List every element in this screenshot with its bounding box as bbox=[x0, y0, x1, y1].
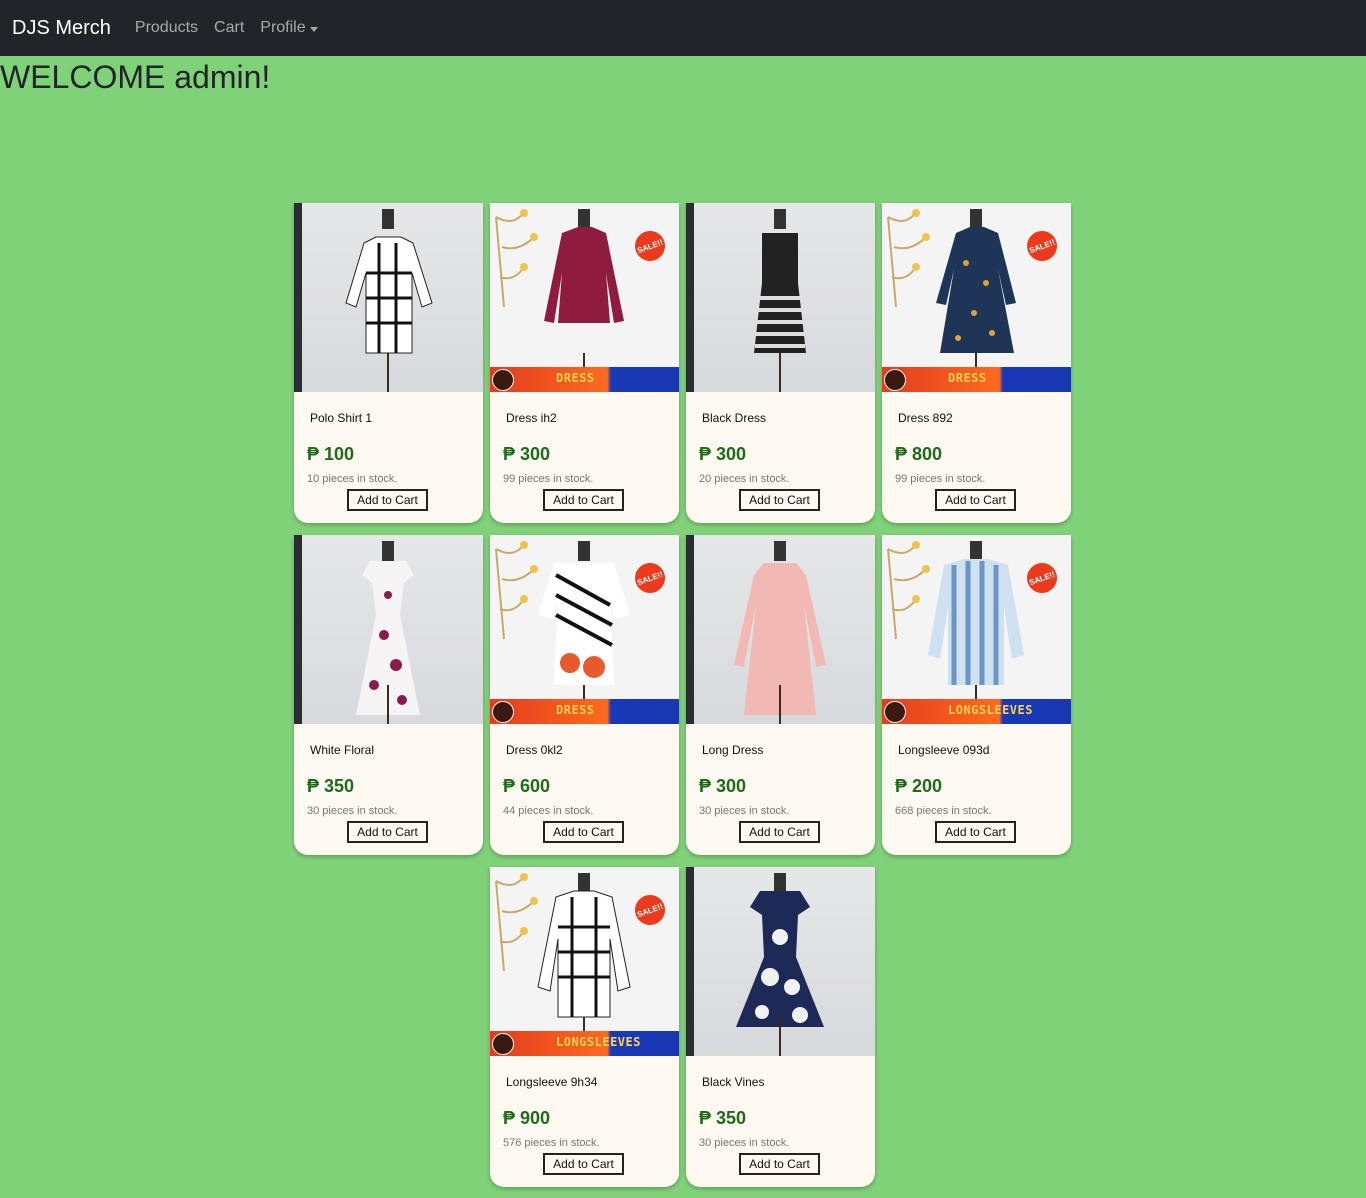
product-price: ₱ 900 bbox=[503, 1108, 551, 1128]
product-image[interactable]: SALE!! LONGSLEEVES bbox=[882, 535, 1071, 724]
shop-logo-icon bbox=[492, 369, 514, 391]
product-name: Black Vines bbox=[702, 1075, 765, 1089]
product-name: Black Dress bbox=[702, 411, 767, 425]
product-card: SALE!! LONGSLEEVES Longsleeve 9h34 ₱ 900… bbox=[490, 867, 679, 1187]
top-navbar: DJS Merch Products Cart Profile bbox=[0, 0, 1366, 56]
product-image[interactable] bbox=[686, 867, 875, 1056]
product-price: ₱ 200 bbox=[895, 776, 943, 796]
product-card: Black Dress ₱ 300 20 pieces in stock. Ad… bbox=[686, 203, 875, 523]
product-stock: 30 pieces in stock. bbox=[699, 805, 790, 817]
product-image[interactable] bbox=[294, 203, 483, 392]
banner-category: DRESS bbox=[556, 371, 595, 385]
product-card: White Floral ₱ 350 30 pieces in stock. A… bbox=[294, 535, 483, 855]
add-to-cart-button[interactable]: Add to Cart bbox=[935, 821, 1016, 843]
nav-cart-link[interactable]: Cart bbox=[214, 19, 244, 37]
welcome-heading: WELCOME admin! bbox=[0, 59, 271, 95]
caret-down-icon bbox=[309, 26, 318, 32]
product-name: Long Dress bbox=[702, 743, 764, 757]
add-to-cart-button[interactable]: Add to Cart bbox=[739, 821, 820, 843]
product-price: ₱ 100 bbox=[307, 444, 355, 464]
product-price: ₱ 350 bbox=[307, 776, 355, 796]
product-card: SALE!! DRESS Dress 892 ₱ 800 99 pieces i… bbox=[882, 203, 1071, 523]
product-name: Dress 892 bbox=[898, 411, 953, 425]
product-card: Long Dress ₱ 300 30 pieces in stock. Add… bbox=[686, 535, 875, 855]
product-price: ₱ 300 bbox=[699, 776, 747, 796]
shop-logo-icon bbox=[492, 1033, 514, 1055]
mannequin-stand bbox=[779, 1017, 781, 1056]
profile-label: Profile bbox=[260, 19, 306, 36]
brand-banner: DRESS bbox=[490, 367, 679, 392]
product-image[interactable]: SALE!! DRESS bbox=[882, 203, 1071, 392]
product-stock: 20 pieces in stock. bbox=[699, 473, 790, 485]
banner-category: LONGSLEEVES bbox=[948, 703, 1033, 717]
nav-products-link[interactable]: Products bbox=[135, 19, 198, 37]
banner-category: LONGSLEEVES bbox=[556, 1035, 641, 1049]
product-card: SALE!! DRESS Dress 0kl2 ₱ 600 44 pieces … bbox=[490, 535, 679, 855]
product-price: ₱ 800 bbox=[895, 444, 943, 464]
product-card: Polo Shirt 1 ₱ 100 10 pieces in stock. A… bbox=[294, 203, 483, 523]
brand-banner: DRESS bbox=[882, 367, 1071, 392]
product-stock: 576 pieces in stock. bbox=[503, 1137, 600, 1149]
product-name: Polo Shirt 1 bbox=[310, 411, 373, 425]
product-image[interactable]: SALE!! DRESS bbox=[490, 535, 679, 724]
add-to-cart-button[interactable]: Add to Cart bbox=[543, 489, 624, 511]
add-to-cart-button[interactable]: Add to Cart bbox=[739, 489, 820, 511]
nav-profile-dropdown[interactable]: Profile bbox=[260, 19, 318, 37]
product-stock: 668 pieces in stock. bbox=[895, 805, 992, 817]
shop-logo-icon bbox=[492, 701, 514, 723]
add-to-cart-button[interactable]: Add to Cart bbox=[935, 489, 1016, 511]
product-name: White Floral bbox=[310, 743, 375, 757]
product-price: ₱ 350 bbox=[699, 1108, 747, 1128]
product-price: ₱ 300 bbox=[503, 444, 551, 464]
banner-category: DRESS bbox=[948, 371, 987, 385]
product-card: Black Vines ₱ 350 30 pieces in stock. Ad… bbox=[686, 867, 875, 1187]
banner-category: DRESS bbox=[556, 703, 595, 717]
brand-logo-link[interactable]: DJS Merch bbox=[12, 17, 111, 40]
mannequin-stand bbox=[387, 353, 389, 392]
product-image[interactable] bbox=[294, 535, 483, 724]
brand-banner: LONGSLEEVES bbox=[490, 1031, 679, 1056]
product-image[interactable]: SALE!! DRESS bbox=[490, 203, 679, 392]
product-name: Longsleeve 9h34 bbox=[506, 1075, 598, 1089]
mannequin-stand bbox=[387, 685, 389, 724]
product-name: Longsleeve 093d bbox=[898, 743, 990, 757]
brand-banner: DRESS bbox=[490, 699, 679, 724]
mannequin-stand bbox=[779, 353, 781, 392]
shop-logo-icon bbox=[884, 701, 906, 723]
add-to-cart-button[interactable]: Add to Cart bbox=[739, 1153, 820, 1175]
product-stock: 99 pieces in stock. bbox=[503, 473, 594, 485]
product-image[interactable] bbox=[686, 535, 875, 724]
product-image[interactable]: SALE!! LONGSLEEVES bbox=[490, 867, 679, 1056]
mannequin-stand bbox=[779, 685, 781, 724]
add-to-cart-button[interactable]: Add to Cart bbox=[543, 821, 624, 843]
product-price: ₱ 600 bbox=[503, 776, 551, 796]
product-name: Dress ih2 bbox=[506, 411, 557, 425]
add-to-cart-button[interactable]: Add to Cart bbox=[543, 1153, 624, 1175]
product-stock: 30 pieces in stock. bbox=[699, 1137, 790, 1149]
add-to-cart-button[interactable]: Add to Cart bbox=[347, 821, 428, 843]
product-price: ₱ 300 bbox=[699, 444, 747, 464]
product-stock: 44 pieces in stock. bbox=[503, 805, 594, 817]
product-card: SALE!! DRESS Dress ih2 ₱ 300 99 pieces i… bbox=[490, 203, 679, 523]
shop-logo-icon bbox=[884, 369, 906, 391]
product-stock: 99 pieces in stock. bbox=[895, 473, 986, 485]
add-to-cart-button[interactable]: Add to Cart bbox=[347, 489, 428, 511]
product-card: SALE!! LONGSLEEVES Longsleeve 093d ₱ 200… bbox=[882, 535, 1071, 855]
product-stock: 30 pieces in stock. bbox=[307, 805, 398, 817]
product-stock: 10 pieces in stock. bbox=[307, 473, 398, 485]
product-name: Dress 0kl2 bbox=[506, 743, 563, 757]
brand-banner: LONGSLEEVES bbox=[882, 699, 1071, 724]
product-image[interactable] bbox=[686, 203, 875, 392]
